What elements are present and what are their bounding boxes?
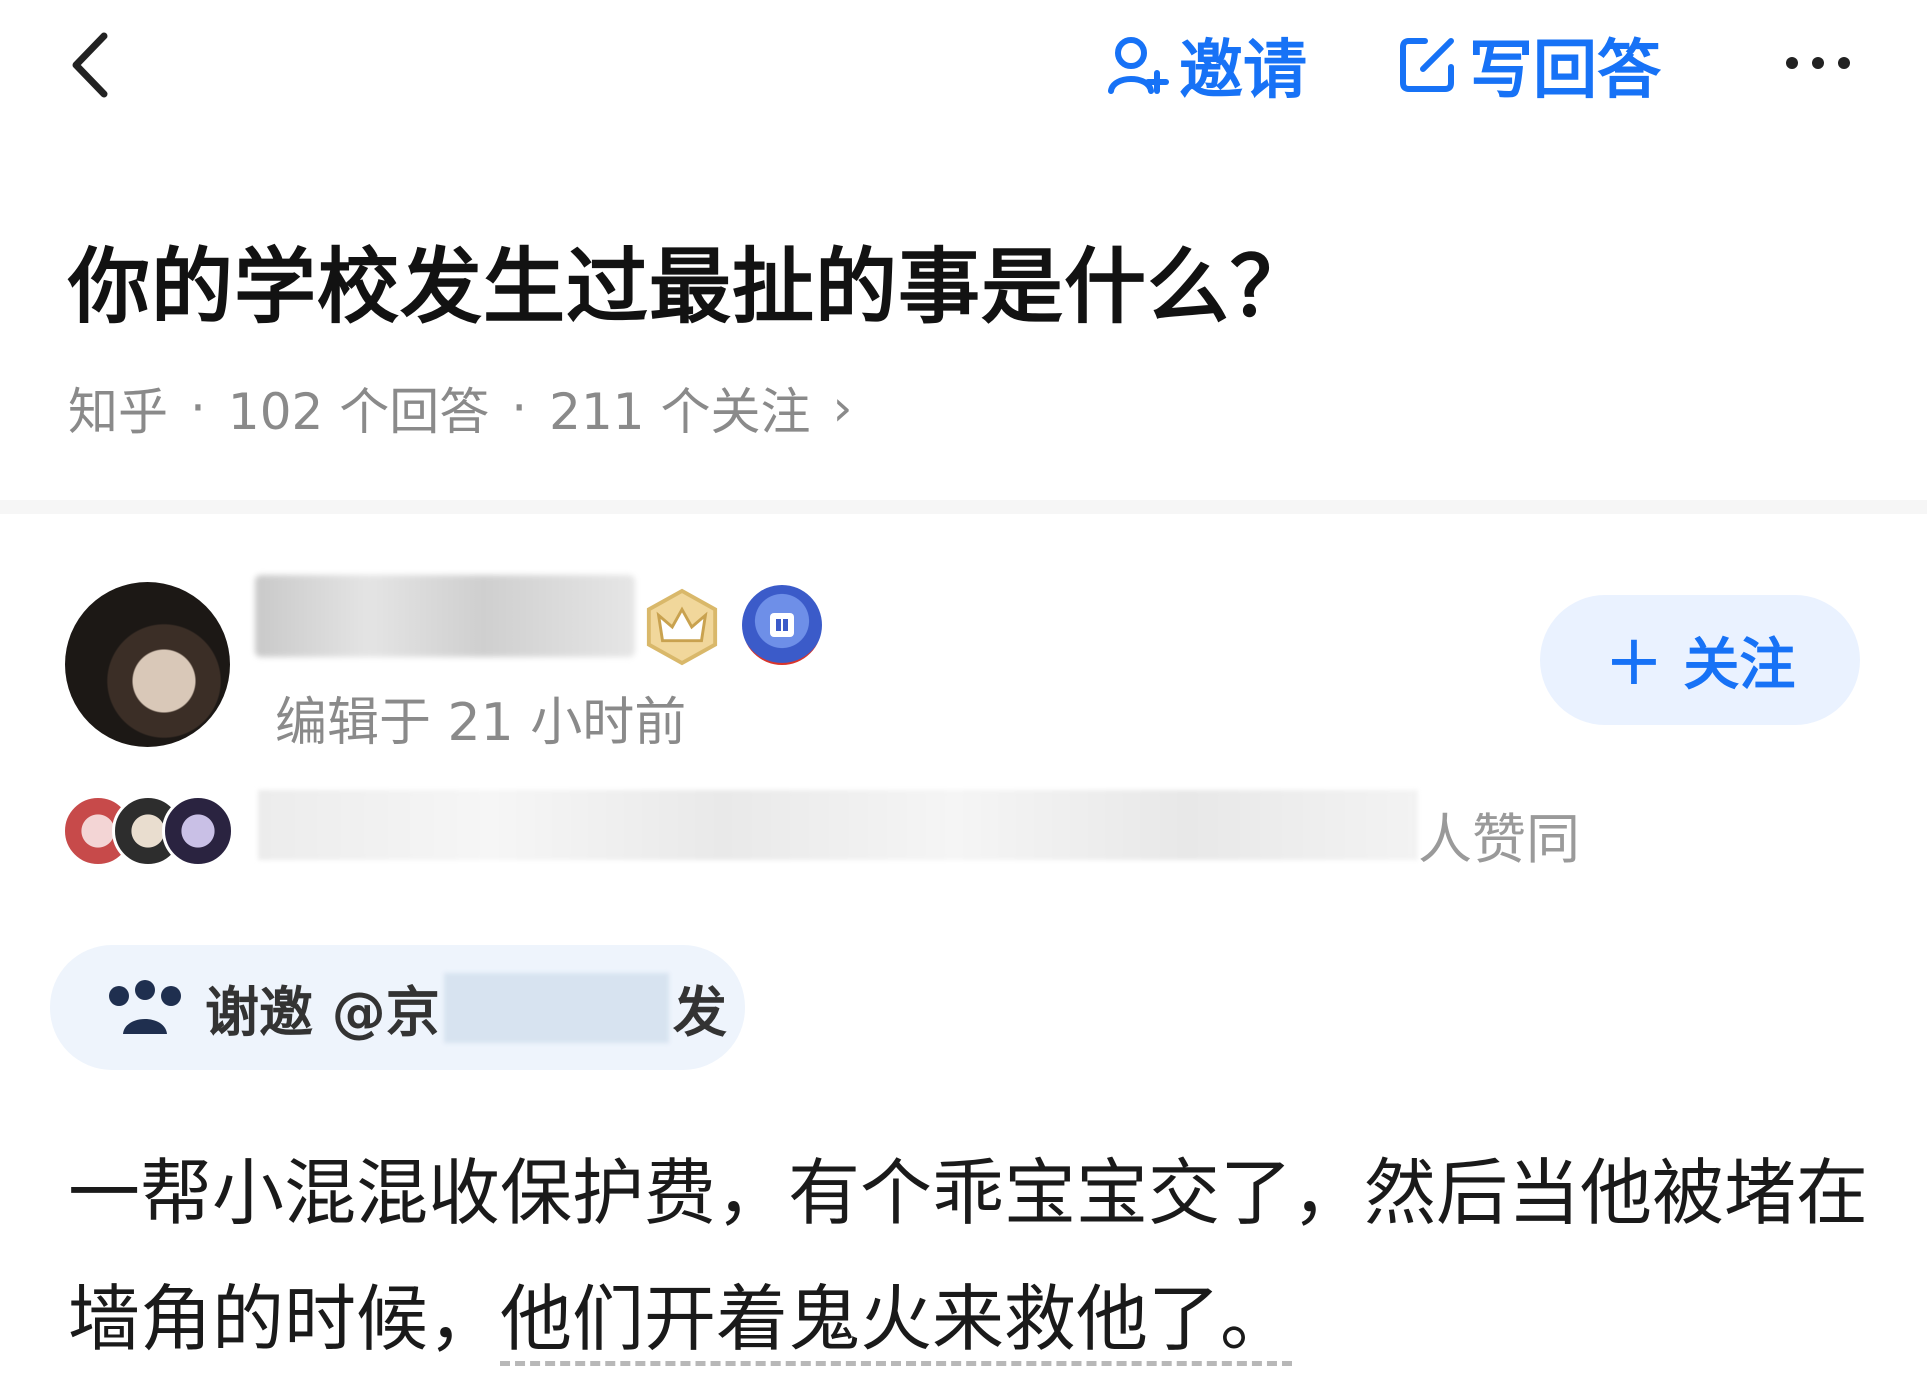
- person-plus-icon: [1108, 37, 1169, 94]
- medal-badge-icon: [742, 585, 822, 665]
- voter-avatar: [162, 795, 234, 867]
- crown-badge-icon: [646, 588, 718, 666]
- follow-label: 关注: [1683, 632, 1796, 698]
- question-title[interactable]: 你的学校发生过最扯的事是什么？: [68, 220, 1313, 339]
- follower-count: 211 个关注: [549, 383, 811, 441]
- question-meta[interactable]: 知乎 · 102 个回答 · 211 个关注 ›: [68, 372, 852, 444]
- write-answer-label: 写回答: [1469, 34, 1661, 108]
- edit-icon: [1400, 38, 1454, 92]
- more-dots-icon: [1785, 57, 1850, 69]
- section-divider: [0, 500, 1927, 514]
- answer-text-annotated[interactable]: 他们开着鬼火来救他了。: [500, 1277, 1293, 1366]
- follow-button[interactable]: + 关注: [1540, 595, 1860, 725]
- meta-separator: ·: [511, 379, 528, 437]
- invitation-tag[interactable]: 谢邀 @京 发: [50, 945, 745, 1070]
- meta-separator: ·: [190, 379, 206, 437]
- voters-suffix: 人赞同: [1418, 808, 1580, 871]
- answer-body[interactable]: 一帮小混混收保护费，有个乖宝宝交了，然后当他被堵在墙角的时候，他们开着鬼火来救他…: [68, 1130, 1868, 1382]
- write-answer-button[interactable]: 写回答: [1395, 25, 1661, 108]
- chevron-right-icon: ›: [832, 379, 853, 437]
- invited-user-blurred: [443, 972, 669, 1043]
- chevron-left-icon: [72, 32, 108, 98]
- author-name-blurred[interactable]: [255, 575, 635, 657]
- invitation-suffix: 发: [672, 981, 727, 1044]
- invitation-prefix: 谢邀 @京: [205, 981, 440, 1044]
- more-options-button[interactable]: [1770, 28, 1865, 98]
- answer-count: 102 个回答: [227, 383, 490, 441]
- source-label: 知乎: [68, 383, 168, 441]
- back-button[interactable]: [60, 20, 120, 110]
- author-avatar[interactable]: [65, 582, 230, 747]
- voter-avatars[interactable]: [62, 795, 234, 867]
- group-icon: [109, 979, 181, 1034]
- edit-timestamp: 编辑于 21 小时前: [275, 693, 687, 753]
- plus-icon: +: [1604, 619, 1664, 701]
- invite-button[interactable]: 邀请: [1105, 25, 1307, 108]
- voters-names-blurred[interactable]: [258, 790, 1418, 860]
- invite-label: 邀请: [1179, 34, 1307, 108]
